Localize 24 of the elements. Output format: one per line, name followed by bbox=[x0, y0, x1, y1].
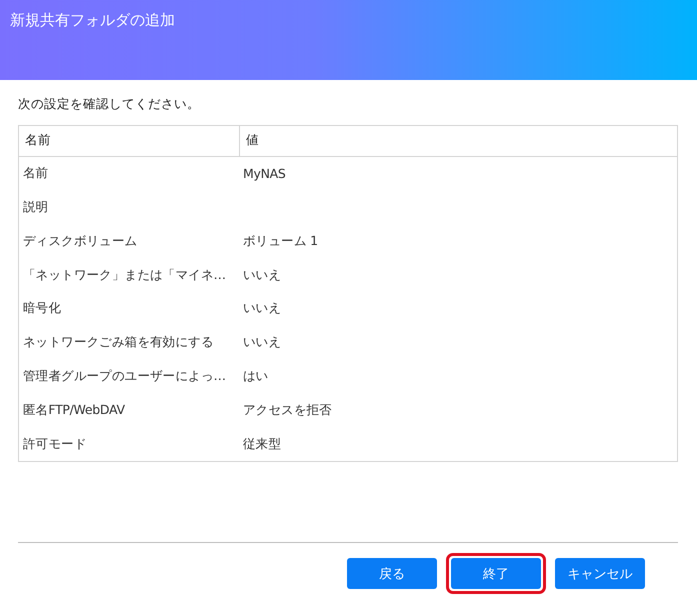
table-cell-text: 従来型 bbox=[242, 434, 282, 453]
column-header: 値 bbox=[239, 126, 677, 156]
table-cell-text: 説明 bbox=[22, 198, 50, 216]
column-header: 名前 bbox=[24, 131, 52, 150]
table-cell-text: いいえ bbox=[242, 266, 282, 284]
table-cell-text: いいえ bbox=[242, 299, 282, 318]
table-cell-text: ボリューム 1 bbox=[242, 232, 319, 250]
table-cell-text: はい bbox=[242, 367, 270, 385]
table-cell-text: 匿名FTP/WebDAV bbox=[22, 400, 126, 419]
instruction-text: 次の設定を確認してください。 bbox=[18, 96, 201, 113]
table-cell-text: MyNAS bbox=[242, 165, 287, 184]
table-cell-text: 名前 bbox=[22, 164, 50, 182]
table-cell-text: 暗号化 bbox=[22, 299, 62, 318]
table-cell-text: ネットワークごみ箱を有効にする bbox=[22, 333, 215, 352]
table-cell-text: 管理者グループのユーザーによっ… bbox=[22, 367, 227, 385]
table-cell-text: 許可モード bbox=[22, 434, 88, 453]
table-cell-text: いいえ bbox=[242, 333, 282, 352]
table-cell-text: ディスクボリューム bbox=[22, 232, 138, 250]
dialog-button[interactable]: 戻る bbox=[347, 558, 437, 589]
window-title: 新規共有フォルダの追加 bbox=[10, 11, 175, 29]
table-cell-text: アクセスを拒否 bbox=[242, 400, 333, 419]
table-cell-text: 「ネットワーク」または「マイネ… bbox=[22, 266, 227, 284]
dialog-button[interactable]: 終了 bbox=[451, 558, 541, 589]
dialog-button[interactable]: キャンセル bbox=[555, 558, 645, 589]
